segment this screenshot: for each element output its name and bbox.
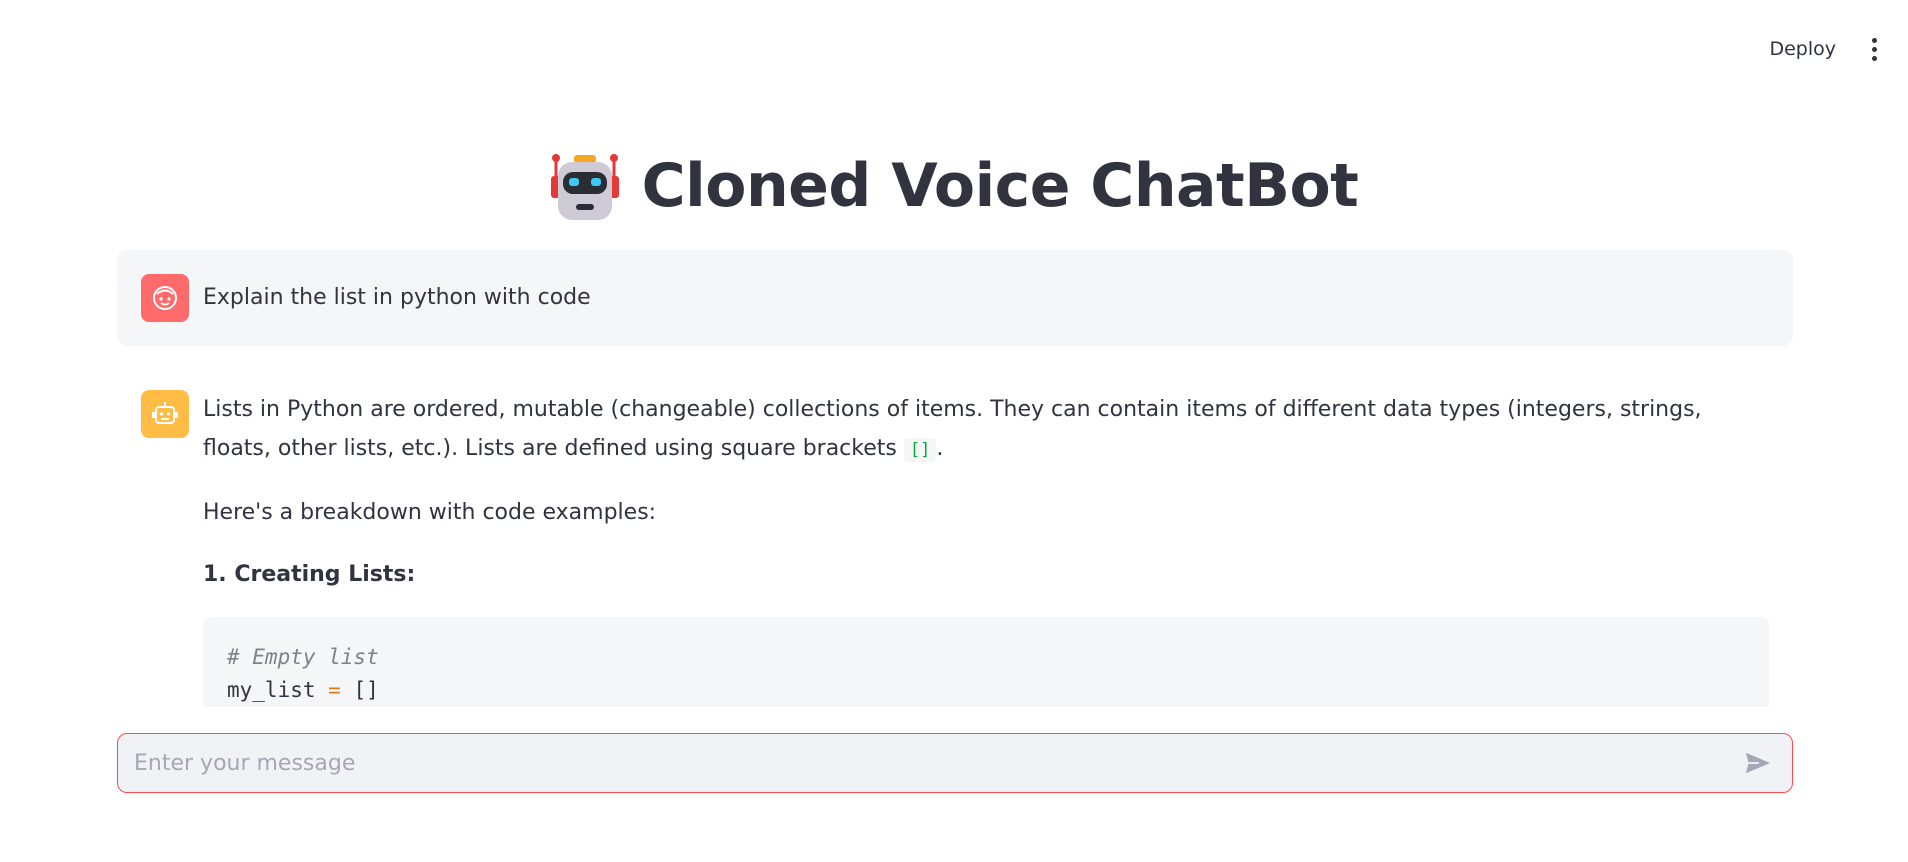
assistant-heading: 1. Creating Lists: [203,562,416,587]
robot-face-icon [550,154,619,220]
code-value: [] [340,678,379,702]
assistant-text: Lists in Python are ordered, mutable (ch… [203,397,1702,461]
assistant-paragraph-2: Here's a breakdown with code examples: [203,500,657,525]
assistant-message-body: Lists in Python are ordered, mutable (ch… [203,390,1769,707]
assistant-message: Lists in Python are ordered, mutable (ch… [117,346,1793,707]
inline-code: [] [903,438,937,462]
header-toolbar: Deploy [1763,28,1884,70]
message-input[interactable] [132,749,1738,777]
send-icon[interactable] [1738,743,1778,783]
bot-face-icon [141,390,189,438]
deploy-button[interactable]: Deploy [1763,28,1842,70]
code-operator: = [328,678,341,702]
title-row: Cloned Voice ChatBot [0,150,1908,222]
code-block: # Empty list my_list = [] [203,617,1769,707]
assistant-paragraph: Lists in Python are ordered, mutable (ch… [203,390,1769,470]
assistant-text-end: . [936,436,944,461]
kebab-menu-icon[interactable] [1864,29,1884,69]
code-comment: # Empty list [227,645,379,669]
chat-input-bar [117,733,1793,793]
page-title: Cloned Voice ChatBot [641,151,1359,221]
chat-area: Explain the list in python with code Lis… [117,250,1793,707]
user-message-text: Explain the list in python with code [203,285,591,311]
user-face-icon [141,274,189,322]
code-var: my_list [227,678,329,702]
user-message: Explain the list in python with code [117,250,1793,346]
code-line: my_list = [] [227,674,1745,707]
